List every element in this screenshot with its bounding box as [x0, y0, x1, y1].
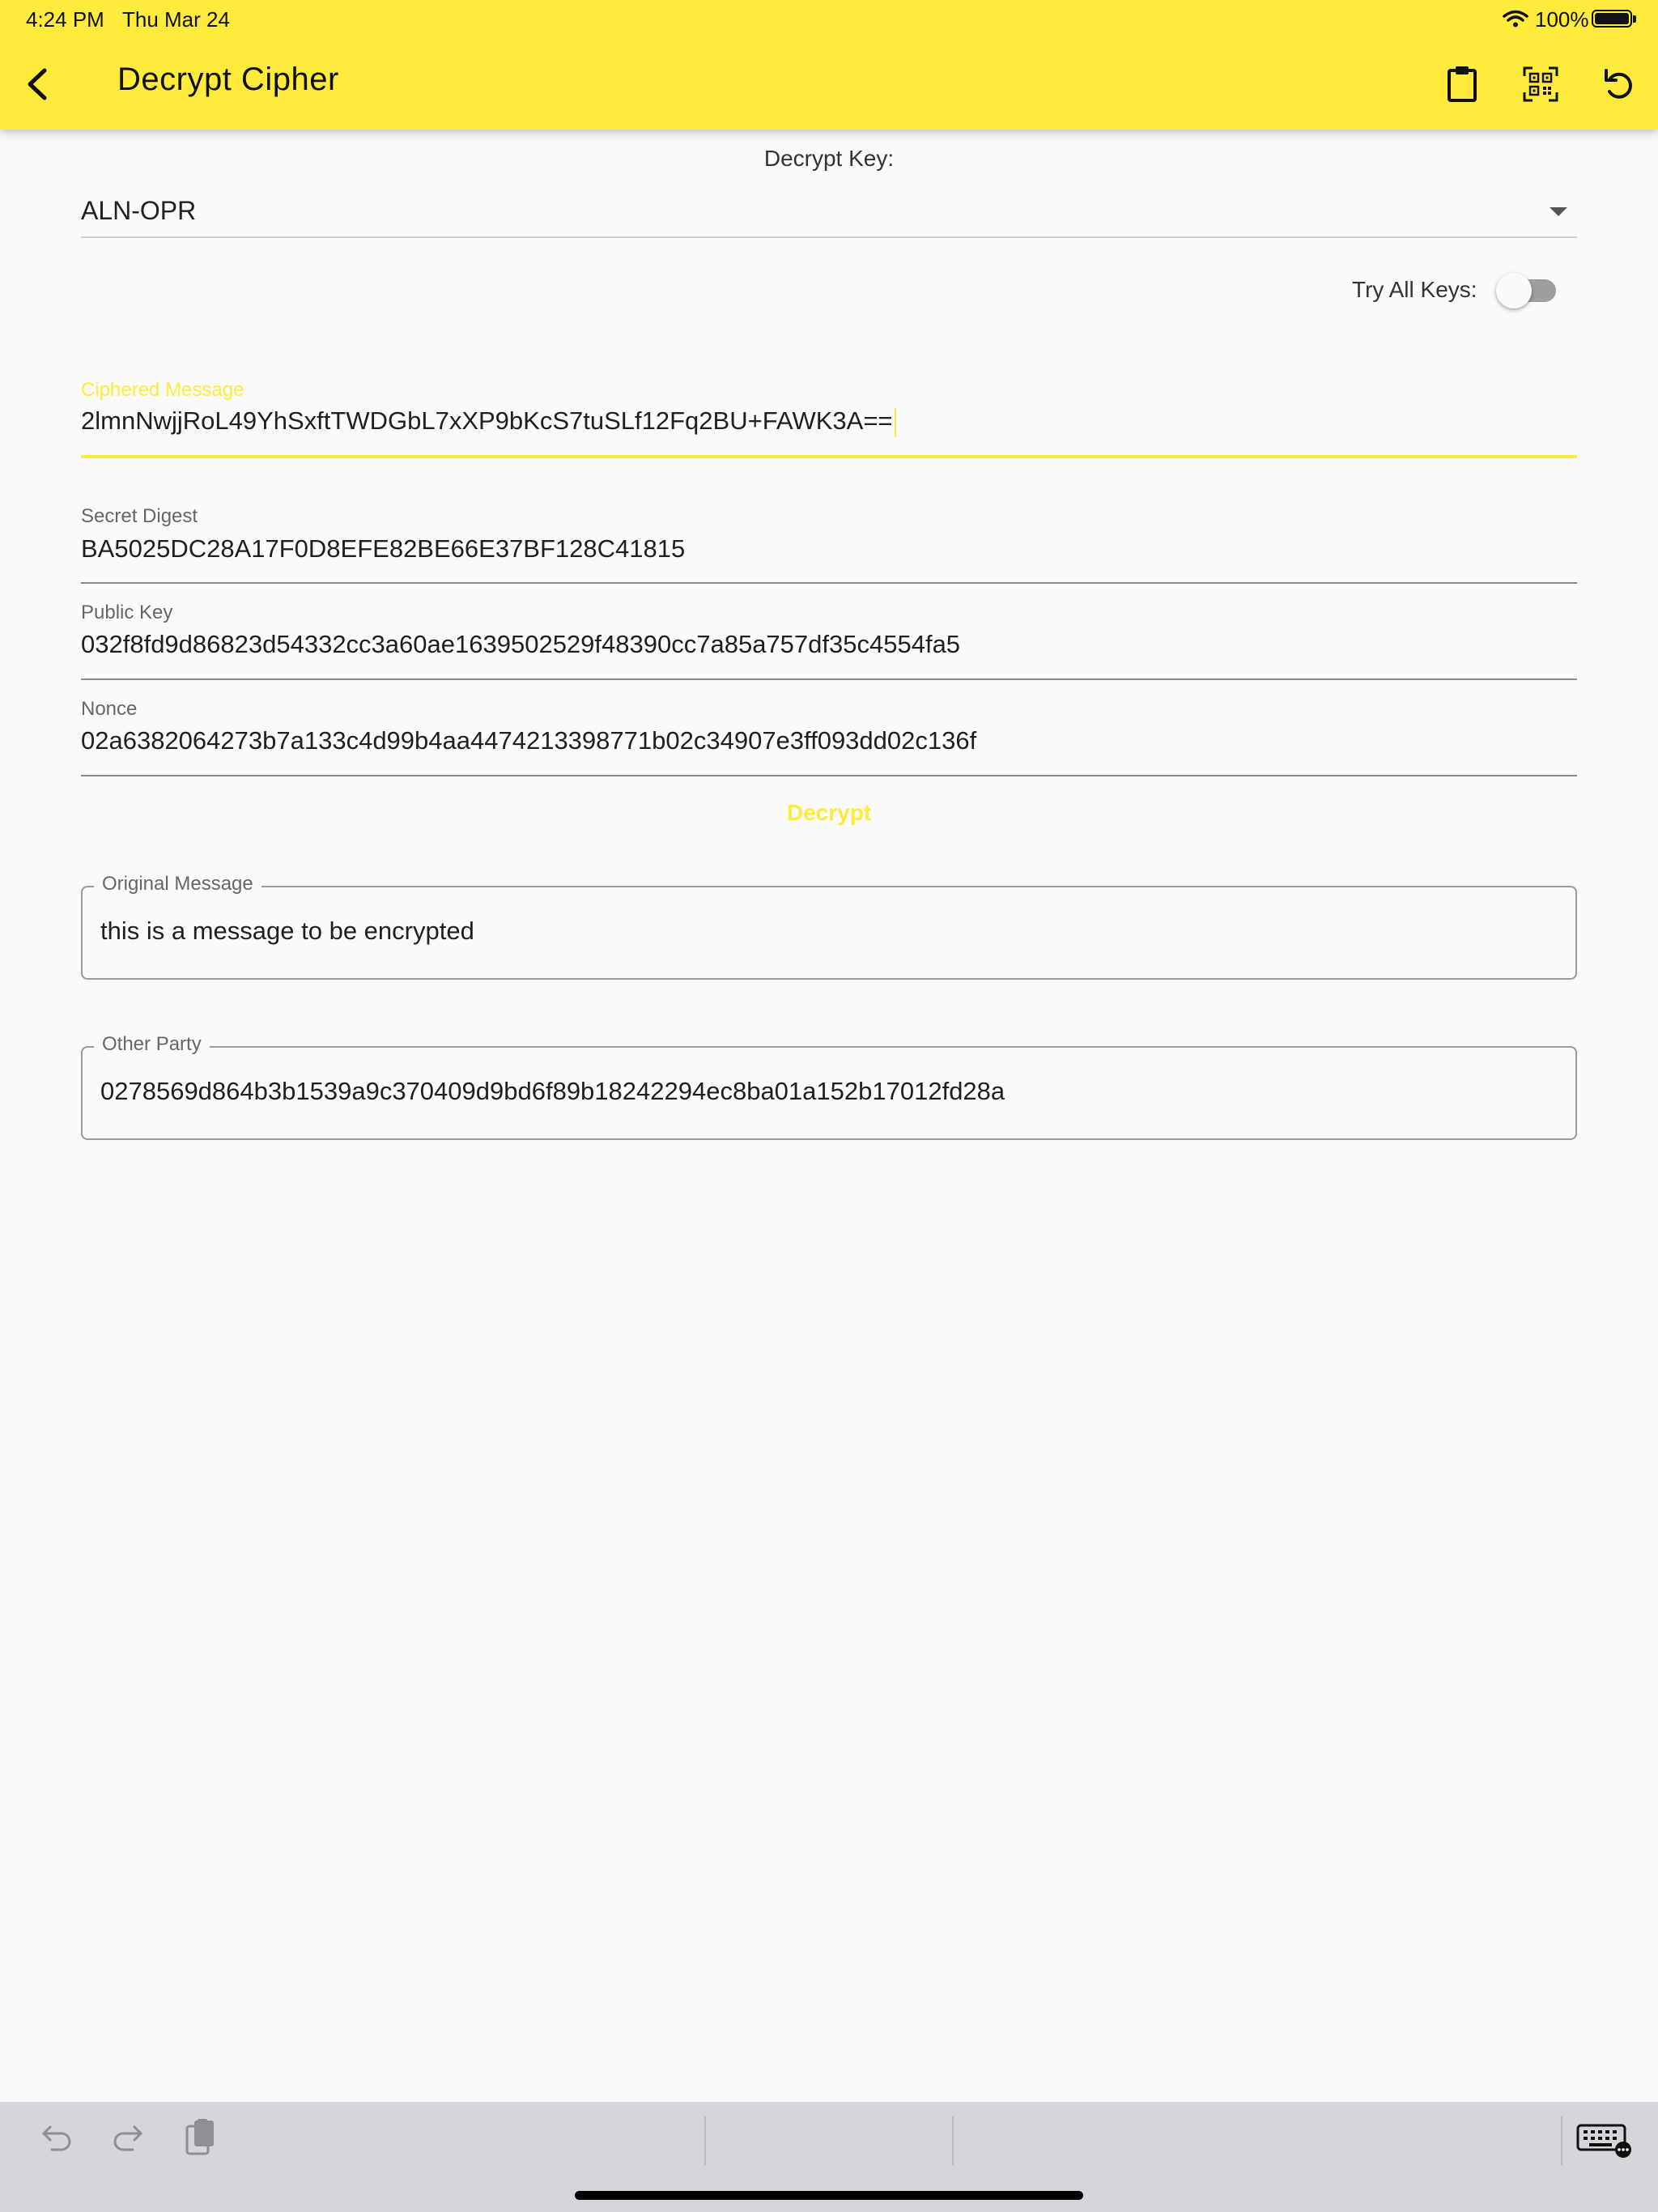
nonce-underline [81, 775, 1577, 776]
nonce-field[interactable]: Nonce 02a6382064273b7a133c4d99b4aa447421… [81, 698, 1577, 777]
ciphered-message-field[interactable]: Ciphered Message 2lmnNwjjRoL49YhSxftTWDG… [81, 377, 1577, 460]
battery-icon [1592, 10, 1632, 28]
qr-code-icon [1523, 66, 1558, 102]
secret-digest-label: Secret Digest [81, 505, 198, 527]
ciphered-message-value: 2lmnNwjjRoL49YhSxftTWDGbL7xXP9bKcS7tuSLf… [81, 406, 893, 435]
toggle-thumb[interactable] [1496, 273, 1532, 308]
keyboard-icon [1576, 2124, 1631, 2158]
divider [1561, 2116, 1562, 2165]
other-party-field[interactable]: Other Party 0278569d864b3b1539a9c370409d… [81, 1033, 1577, 1140]
status-date: Thu Mar 24 [122, 7, 230, 32]
secret-digest-field[interactable]: Secret Digest BA5025DC28A17F0D8EFE82BE66… [81, 505, 1577, 585]
text-cursor [894, 407, 896, 437]
reset-button[interactable] [1596, 62, 1642, 107]
paste-icon [185, 2119, 214, 2155]
decrypt-key-dropdown[interactable]: ALN-OPR [81, 186, 1577, 238]
paste-clipboard-button[interactable] [1439, 62, 1485, 107]
nonce-value: 02a6382064273b7a133c4d99b4aa447421339877… [81, 726, 977, 755]
other-party-value: 0278569d864b3b1539a9c370409d9bd6f89b1824… [100, 1077, 1005, 1105]
original-message-field[interactable]: Original Message this is a message to be… [81, 873, 1577, 980]
refresh-icon [1605, 69, 1632, 99]
original-message-label: Original Message [94, 873, 261, 895]
back-arrow-icon [28, 68, 47, 100]
divider [952, 2116, 954, 2165]
secret-digest-value: BA5025DC28A17F0D8EFE82BE66E37BF128C41815 [81, 534, 686, 563]
home-indicator [575, 2191, 1083, 2200]
back-button[interactable] [15, 62, 60, 107]
scan-qr-button[interactable] [1517, 62, 1564, 107]
keyboard-button[interactable] [1575, 2118, 1634, 2163]
decrypt-key-label: Decrypt Key: [763, 146, 895, 171]
ciphered-message-label: Ciphered Message [81, 379, 244, 401]
clipboard-icon [1448, 66, 1477, 102]
public-key-field[interactable]: Public Key 032f8fd9d86823d54332cc3a60ae1… [81, 602, 1577, 681]
divider [704, 2116, 706, 2165]
ciphered-message-underline [81, 455, 1577, 458]
redo-button[interactable] [107, 2116, 149, 2159]
undo-icon [42, 2125, 71, 2151]
public-key-underline [81, 678, 1577, 680]
other-party-label: Other Party [94, 1033, 210, 1056]
decrypt-key-value: ALN-OPR [81, 196, 197, 225]
paste-button[interactable] [180, 2115, 222, 2160]
public-key-label: Public Key [81, 602, 173, 623]
app-bar: 4:24 PM Thu Mar 24 100% Decrypt Cipher [0, 0, 1658, 130]
nonce-label: Nonce [81, 698, 138, 720]
undo-button[interactable] [36, 2116, 78, 2159]
redo-icon [113, 2125, 142, 2151]
status-time: 4:24 PM [26, 7, 104, 32]
try-all-keys-label: Try All Keys: [1352, 277, 1477, 302]
original-message-value: this is a message to be encrypted [100, 917, 474, 945]
wifi-icon [1503, 10, 1528, 28]
page-title: Decrypt Cipher [117, 62, 339, 97]
decrypt-button[interactable]: Decrypt [0, 800, 1658, 826]
secret-digest-underline [81, 582, 1577, 584]
public-key-value: 032f8fd9d86823d54332cc3a60ae1639502529f4… [81, 630, 961, 658]
battery-percent: 100% [1535, 7, 1589, 32]
dropdown-arrow-icon [1550, 207, 1567, 216]
